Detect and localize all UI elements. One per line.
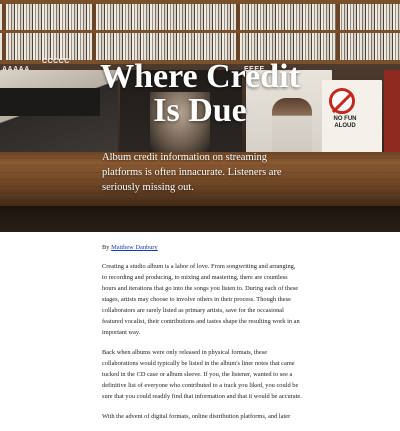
hero-banner: AAAAA CCCCC EEEE NO FUN ALOUD Where Cred… bbox=[0, 0, 400, 232]
bin-shadow bbox=[0, 206, 400, 232]
article-body: By Matthew Danbury Creating a studio alb… bbox=[102, 242, 302, 431]
article-paragraph: Creating a studio album is a labor of lo… bbox=[102, 263, 300, 336]
article-paragraph: Back when albums were only released in p… bbox=[102, 349, 302, 400]
page-subtitle: Album credit information on streaming pl… bbox=[102, 152, 282, 193]
byline-prefix: By bbox=[102, 244, 110, 251]
title-line: Where Credit bbox=[100, 58, 300, 95]
shelf-board bbox=[0, 30, 400, 33]
byline: By Matthew Danbury bbox=[102, 242, 302, 253]
shelf-board bbox=[0, 0, 400, 4]
title-line: Is Due bbox=[153, 92, 247, 129]
article-paragraph: With the advent of digital formats, onli… bbox=[102, 413, 291, 420]
author-link[interactable]: Matthew Danbury bbox=[111, 244, 158, 251]
page-title: Where Credit Is Due bbox=[0, 60, 400, 128]
